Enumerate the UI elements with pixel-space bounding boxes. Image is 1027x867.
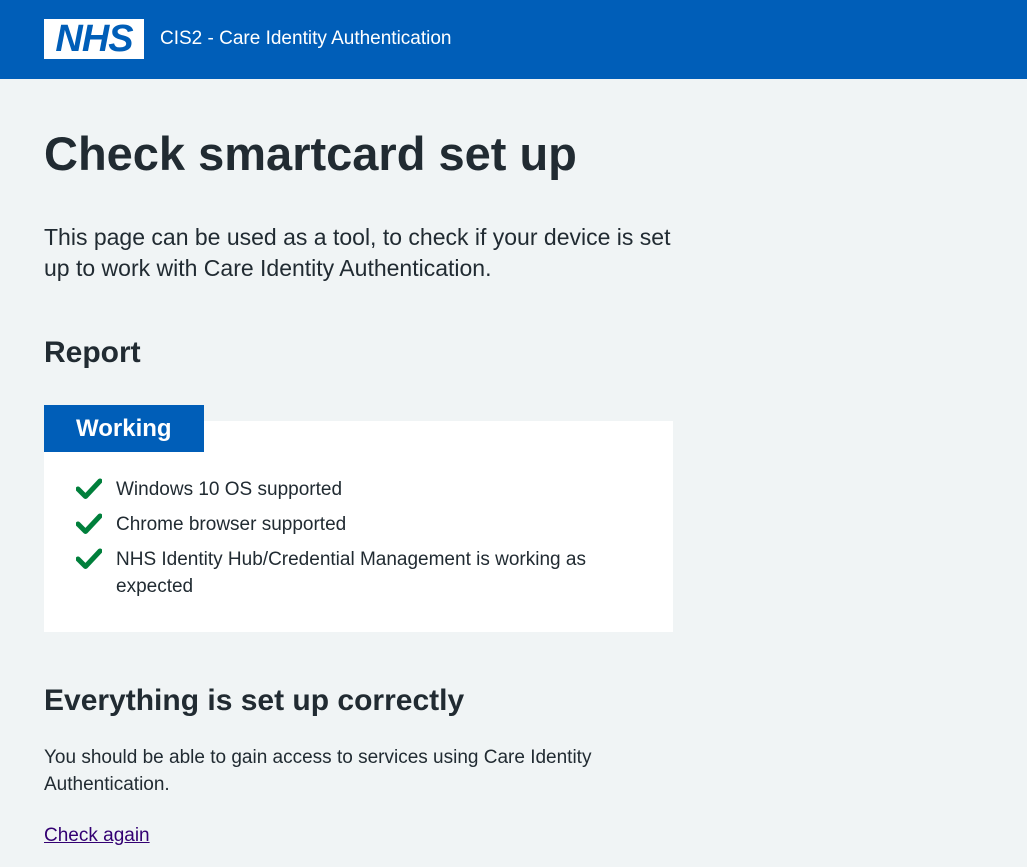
service-name[interactable]: CIS2 - Care Identity Authentication [160, 27, 452, 51]
tick-icon [76, 548, 102, 569]
nhs-logo[interactable]: NHS [44, 19, 144, 59]
tick-icon [76, 478, 102, 499]
check-item-browser: Chrome browser supported [76, 511, 636, 538]
intro-text: This page can be used as a tool, to chec… [44, 224, 671, 281]
check-item-label: NHS Identity Hub/Credential Management i… [116, 549, 586, 597]
check-list: Windows 10 OS supported Chrome browser s… [76, 476, 636, 608]
status-label: Working [44, 405, 204, 452]
check-item-label: Windows 10 OS supported [116, 479, 343, 500]
check-item-label: Chrome browser supported [116, 514, 347, 535]
check-item-os: Windows 10 OS supported [76, 476, 636, 503]
page-title: Check smartcard set up [44, 127, 577, 180]
result-heading: Everything is set up correctly [44, 684, 465, 717]
result-body: You should be able to gain access to ser… [44, 747, 592, 795]
nhs-logo-text: NHS [55, 18, 133, 60]
tick-icon [76, 513, 102, 534]
check-item-identity-hub: NHS Identity Hub/Credential Management i… [76, 546, 636, 600]
report-heading: Report [44, 336, 141, 369]
check-again-link[interactable]: Check again [44, 822, 150, 849]
site-header: NHS CIS2 - Care Identity Authentication [0, 0, 1027, 79]
